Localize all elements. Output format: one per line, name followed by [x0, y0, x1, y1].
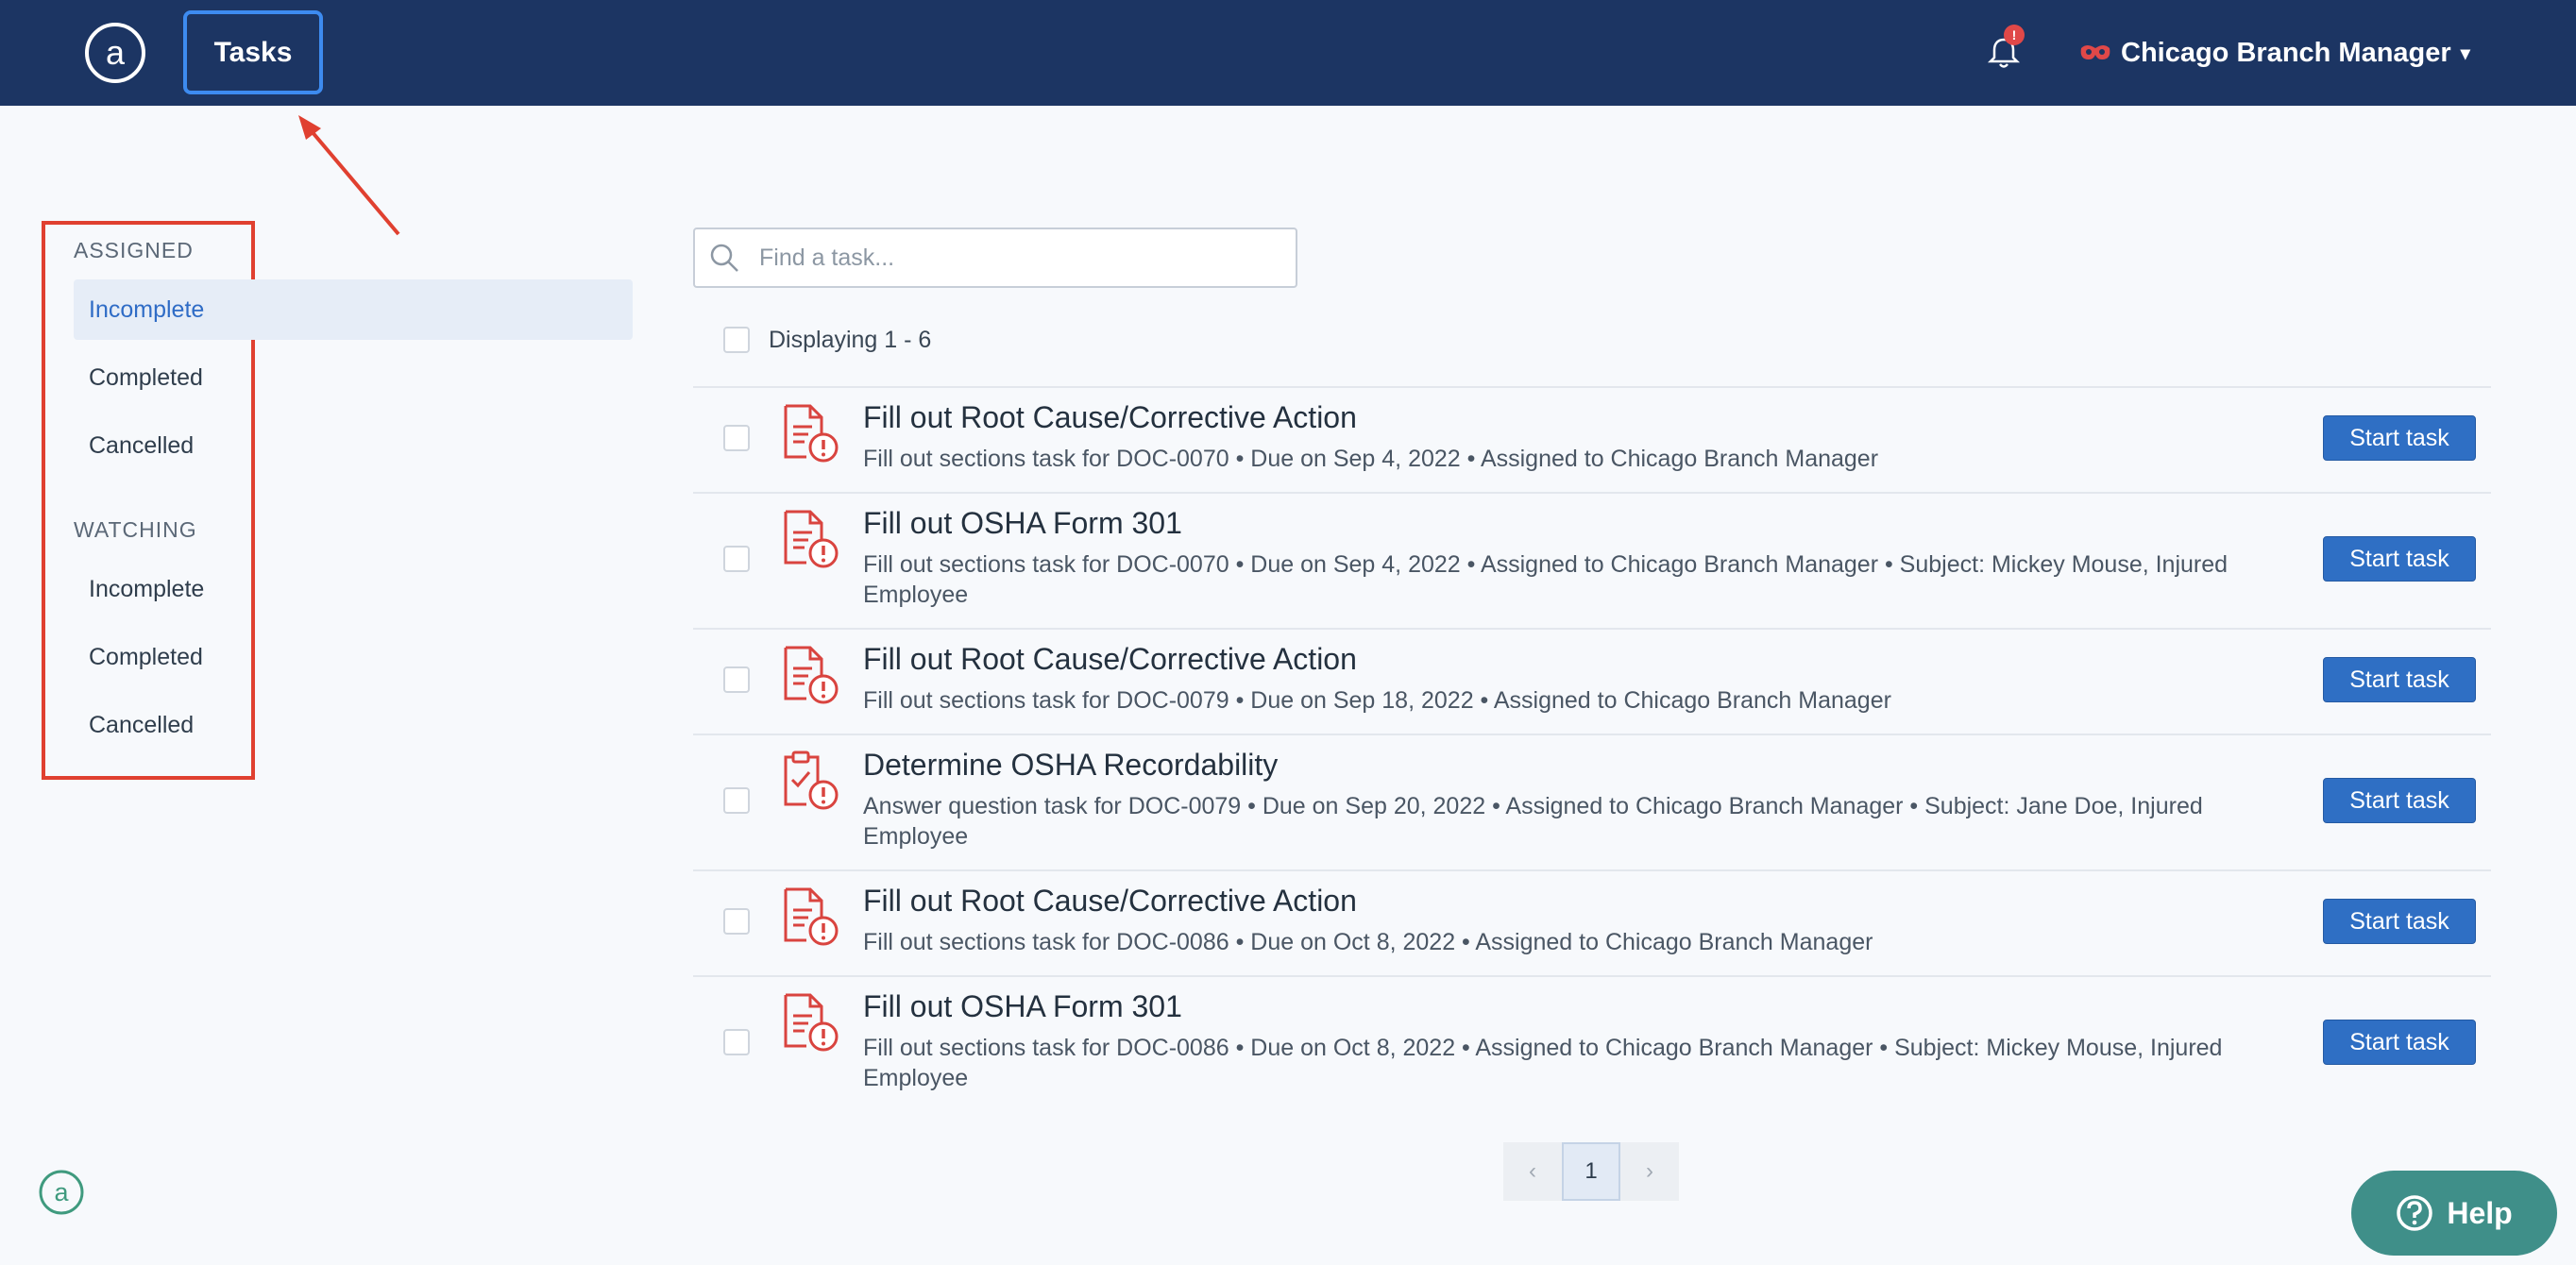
task-checkbox[interactable]	[723, 666, 750, 693]
svg-text:a: a	[106, 33, 126, 72]
displaying-count: Displaying 1 - 6	[769, 327, 932, 353]
task-row: Fill out Root Cause/Corrective Action Fi…	[693, 629, 2491, 734]
task-row: Fill out OSHA Form 301 Fill out sections…	[693, 976, 2491, 1111]
start-task-button[interactable]: Start task	[2323, 778, 2476, 823]
task-title[interactable]: Fill out Root Cause/Corrective Action	[863, 642, 1357, 677]
clipboard-alert-icon	[784, 751, 839, 810]
search-box	[693, 228, 1297, 288]
start-task-button[interactable]: Start task	[2323, 415, 2476, 461]
annotation-arrow-icon	[298, 115, 400, 236]
question-circle-icon	[2397, 1195, 2433, 1231]
select-all-checkbox[interactable]	[723, 327, 750, 353]
task-row: Determine OSHA Recordability Answer ques…	[693, 734, 2491, 869]
start-task-button[interactable]: Start task	[2323, 1020, 2476, 1065]
search-icon	[710, 244, 738, 272]
task-title[interactable]: Fill out OSHA Form 301	[863, 506, 1182, 541]
start-task-button[interactable]: Start task	[2323, 536, 2476, 582]
task-meta: Fill out sections task for DOC-0070 • Du…	[863, 551, 2229, 608]
document-alert-icon	[784, 993, 839, 1052]
sidebar-assigned-incomplete[interactable]: Incomplete	[74, 279, 633, 340]
tasks-tab[interactable]: Tasks	[183, 10, 323, 94]
task-row: Fill out Root Cause/Corrective Action Fi…	[693, 870, 2491, 975]
help-button[interactable]: Help	[2351, 1171, 2557, 1256]
sidebar-assigned-completed[interactable]: Completed	[74, 347, 633, 408]
task-checkbox[interactable]	[723, 787, 750, 814]
task-title[interactable]: Fill out Root Cause/Corrective Action	[863, 400, 1357, 435]
task-meta: Fill out sections task for DOC-0070 • Du…	[863, 446, 1879, 472]
svg-text:a: a	[54, 1178, 69, 1206]
top-navigation-bar: a Tasks ! Chicago Branch Manager ▾	[0, 0, 2576, 106]
task-checkbox[interactable]	[723, 908, 750, 935]
chevron-left-icon[interactable]: ‹	[1503, 1142, 1562, 1201]
user-menu[interactable]: Chicago Branch Manager ▾	[2079, 28, 2470, 77]
app-logo-icon[interactable]: a	[83, 21, 147, 85]
sidebar-watching-completed[interactable]: Completed	[74, 627, 633, 687]
pagination: ‹ 1 ›	[1503, 1142, 1679, 1201]
page-number-button[interactable]: 1	[1562, 1142, 1620, 1201]
document-alert-icon	[784, 404, 839, 463]
sidebar-watching-incomplete[interactable]: Incomplete	[74, 559, 633, 619]
document-alert-icon	[784, 646, 839, 704]
assigned-heading: ASSIGNED	[74, 238, 194, 262]
user-name: Chicago Branch Manager	[2121, 37, 2451, 68]
task-row: Fill out OSHA Form 301 Fill out sections…	[693, 493, 2491, 628]
mask-icon	[2080, 45, 2110, 59]
task-checkbox[interactable]	[723, 1029, 750, 1055]
app-logo-small-icon[interactable]: a	[36, 1167, 87, 1218]
task-meta: Answer question task for DOC-0079 • Due …	[863, 793, 2203, 850]
sidebar-assigned-cancelled[interactable]: Cancelled	[74, 415, 633, 476]
help-label: Help	[2447, 1195, 2513, 1230]
document-alert-icon	[784, 887, 839, 946]
chevron-down-icon: ▾	[2460, 42, 2470, 64]
watching-heading: WATCHING	[74, 517, 197, 542]
task-checkbox[interactable]	[723, 425, 750, 451]
task-row: Fill out Root Cause/Corrective Action Fi…	[693, 387, 2491, 492]
search-input[interactable]	[757, 243, 1252, 273]
start-task-button[interactable]: Start task	[2323, 657, 2476, 702]
task-meta: Fill out sections task for DOC-0079 • Du…	[863, 687, 1891, 714]
task-title[interactable]: Determine OSHA Recordability	[863, 748, 1278, 783]
task-title[interactable]: Fill out OSHA Form 301	[863, 989, 1182, 1024]
notification-badge: !	[2004, 25, 2025, 45]
chevron-right-icon[interactable]: ›	[1620, 1142, 1679, 1201]
task-checkbox[interactable]	[723, 546, 750, 572]
task-meta: Fill out sections task for DOC-0086 • Du…	[863, 1035, 2223, 1091]
task-title[interactable]: Fill out Root Cause/Corrective Action	[863, 884, 1357, 919]
start-task-button[interactable]: Start task	[2323, 899, 2476, 944]
document-alert-icon	[784, 510, 839, 568]
task-meta: Fill out sections task for DOC-0086 • Du…	[863, 929, 1873, 955]
sidebar-watching-cancelled[interactable]: Cancelled	[74, 695, 633, 755]
